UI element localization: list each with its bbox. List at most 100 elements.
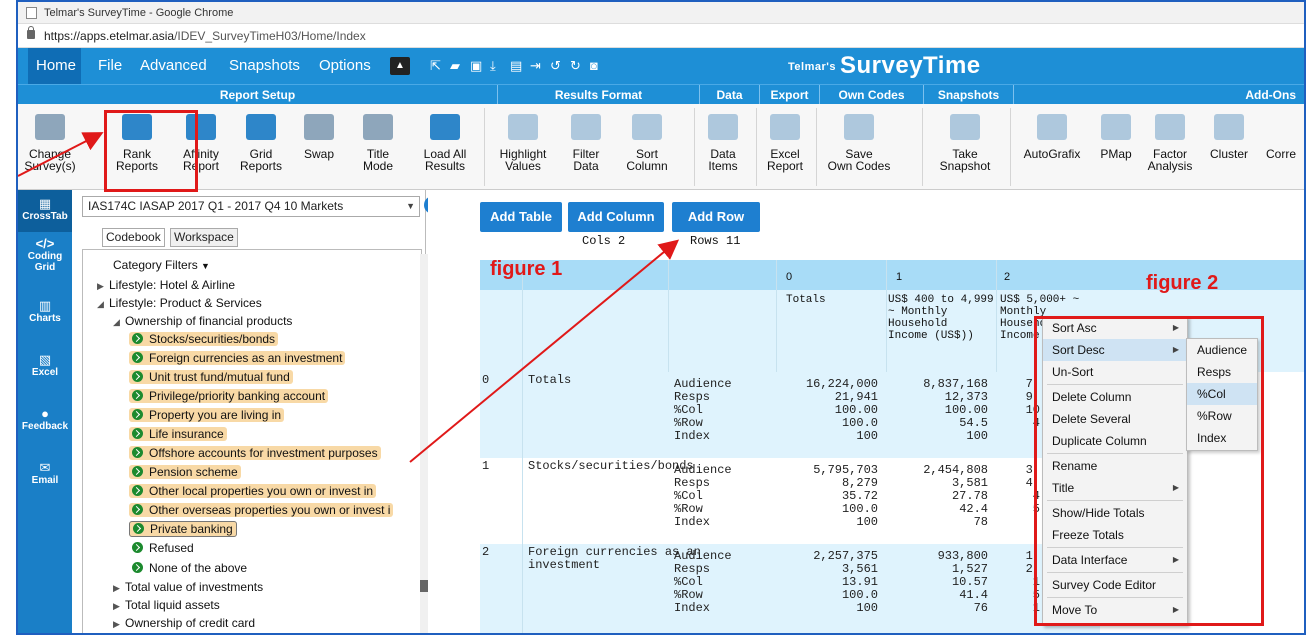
grid-reports-button[interactable]: Grid Reports (236, 110, 286, 172)
tree-item[interactable]: Refused (132, 539, 194, 557)
sort-column-button[interactable]: Sort Column (622, 110, 672, 172)
tree-item[interactable]: Privilege/priority banking account (129, 387, 329, 405)
tab-advanced[interactable]: Advanced (132, 48, 215, 84)
nav-feedback[interactable]: ● Feedback (18, 407, 72, 444)
save-own-codes-button[interactable]: Save Own Codes (824, 110, 894, 172)
tree-item[interactable]: Other local properties you own or invest… (129, 482, 377, 500)
collapse-ribbon-button[interactable]: ▲ (390, 57, 410, 75)
tab-home[interactable]: Home (28, 48, 81, 84)
ribbon-group-headers: Report Setup Results Format Data Export … (18, 84, 1304, 105)
open-folder-icon[interactable]: ▰ (450, 59, 460, 72)
tree-item[interactable]: ▶ Total liquid assets (113, 596, 220, 615)
tree-item[interactable]: Pension scheme (129, 463, 241, 481)
tab-workspace[interactable]: Workspace (170, 228, 238, 247)
column-titles: Totals US$ 400 to 4,999 ~ Monthly Househ… (480, 290, 1100, 372)
nav-charts[interactable]: ▥ Charts (18, 298, 72, 336)
row-label: Totals (528, 373, 572, 387)
tree-item[interactable]: None of the above (132, 559, 247, 577)
nav-crosstab[interactable]: ▦ CrossTab (18, 190, 72, 232)
column-title[interactable]: Totals (786, 294, 826, 306)
url-path: /IDEV_SurveyTimeH03/Home/Index (174, 29, 366, 43)
tree-item[interactable]: Stocks/securities/bonds (129, 330, 279, 348)
tree-scrollbar-thumb[interactable] (420, 580, 428, 592)
title-mode-icon (363, 114, 393, 140)
nav-coding-grid[interactable]: </> Coding Grid (18, 237, 72, 282)
toolbar-divider (816, 108, 817, 186)
nav-excel[interactable]: ▧ Excel (18, 353, 72, 390)
factor-analysis-button[interactable]: Factor Analysis (1142, 110, 1198, 172)
app-brand: Telmar's SurveyTime (788, 52, 981, 79)
add-row-button[interactable]: Add Row (672, 202, 760, 232)
export-icon[interactable]: ⇥ (530, 59, 541, 72)
tab-snapshots[interactable]: Snapshots (221, 48, 308, 84)
tree-item[interactable]: Foreign currencies as an investment (129, 349, 346, 367)
correlation-button[interactable]: Corre (1266, 110, 1304, 160)
save-icon[interactable]: ▣ (470, 59, 482, 72)
toolbar-divider (1010, 108, 1011, 186)
sort-icon (632, 114, 662, 140)
tree-item[interactable]: Property you are living in (129, 406, 285, 424)
add-table-button[interactable]: Add Table (480, 202, 562, 232)
check-circle-icon (132, 333, 143, 344)
tree-item[interactable]: ◢ Ownership of financial products (113, 312, 292, 331)
tree-item[interactable]: ◢ Lifestyle: Product & Services (97, 294, 262, 313)
pmap-button[interactable]: PMap (1096, 110, 1136, 160)
dataset-select[interactable]: IAS174C IASAP 2017 Q1 - 2017 Q4 10 Marke… (82, 196, 420, 217)
column-title[interactable]: US$ 400 to 4,999 ~ Monthly Household Inc… (888, 294, 994, 342)
table-header: 0 1 2 (480, 260, 1100, 290)
tree-item[interactable]: ▶ Lifestyle: Hotel & Airline (97, 276, 235, 295)
add-column-button[interactable]: Add Column (568, 202, 664, 232)
change-survey-button[interactable]: Change Survey(s) (20, 110, 80, 172)
row-index: 1 (482, 459, 490, 473)
excel-icon (770, 114, 800, 140)
tab-file[interactable]: File (90, 48, 130, 84)
row-items: Audience Resps %Col %Row Index (674, 549, 732, 615)
open-external-icon[interactable]: ⇱ (430, 59, 441, 72)
category-filters-dropdown[interactable]: Category Filters ▼ (113, 256, 210, 275)
chart-icon: ▥ (38, 298, 52, 313)
table-row[interactable]: 0 Totals Audience Resps %Col %Row Index … (480, 372, 1100, 458)
group-results-format: Results Format (498, 85, 700, 105)
swap-button[interactable]: Swap (297, 110, 341, 160)
tree-item[interactable]: ▶ Total value of investments (113, 578, 263, 597)
download-icon[interactable]: ⤓ (490, 59, 496, 72)
check-circle-icon (132, 352, 143, 363)
camera-icon[interactable]: ◙ (590, 59, 598, 72)
undo-icon[interactable]: ↺ (550, 59, 561, 72)
redo-icon[interactable]: ↻ (570, 59, 581, 72)
annotation-figure-2: figure 2 (1146, 272, 1219, 294)
pmap-icon (1101, 114, 1131, 140)
highlight-values-button[interactable]: Highlight Values (492, 110, 554, 172)
data-items-button[interactable]: Data Items (700, 110, 746, 172)
load-all-results-button[interactable]: Load All Results (410, 110, 480, 172)
address-bar[interactable]: https://apps.etelmar.asia/IDEV_SurveyTim… (18, 24, 1304, 48)
excel-report-button[interactable]: Excel Report (760, 110, 810, 172)
tree-item[interactable]: Life insurance (129, 425, 227, 443)
annotation-figure-1: figure 1 (490, 258, 563, 280)
left-nav: ▦ CrossTab </> Coding Grid ▥ Charts ▧ Excel … (18, 190, 72, 633)
row-label: Stocks/securities/bonds (528, 459, 694, 473)
table-row[interactable]: 1 Stocks/securities/bonds Audience Resps… (480, 458, 1100, 544)
take-snapshot-button[interactable]: Take Snapshot (936, 110, 994, 172)
nav-email[interactable]: ✉ Email (18, 461, 72, 498)
tab-codebook[interactable]: Codebook (102, 228, 165, 247)
table-row[interactable]: 2 Foreign currencies as an investment Au… (480, 544, 1100, 633)
cluster-button[interactable]: Cluster (1204, 110, 1254, 160)
tree-item[interactable]: Offshore accounts for investment purpose… (129, 444, 381, 462)
tree-item[interactable]: Unit trust fund/mutual fund (129, 368, 293, 386)
tree-scrollbar[interactable] (420, 254, 428, 633)
check-circle-icon (132, 542, 143, 553)
document-icon[interactable]: ▤ (510, 59, 522, 72)
autografix-button[interactable]: AutoGrafix (1018, 110, 1086, 160)
tree-item[interactable]: ▶ Ownership of credit card (113, 614, 255, 633)
title-mode-button[interactable]: Title Mode (356, 110, 400, 172)
tab-options[interactable]: Options (311, 48, 379, 84)
tree-item[interactable]: Private banking (129, 520, 237, 538)
tree-item[interactable]: Other overseas properties you own or inv… (129, 501, 394, 519)
swap-icon (304, 114, 334, 140)
group-add-ons: Add-Ons (1245, 88, 1296, 102)
filter-data-button[interactable]: Filter Data (564, 110, 608, 172)
cluster-icon (1214, 114, 1244, 140)
check-circle-icon (132, 409, 143, 420)
row-index: 0 (482, 373, 490, 387)
